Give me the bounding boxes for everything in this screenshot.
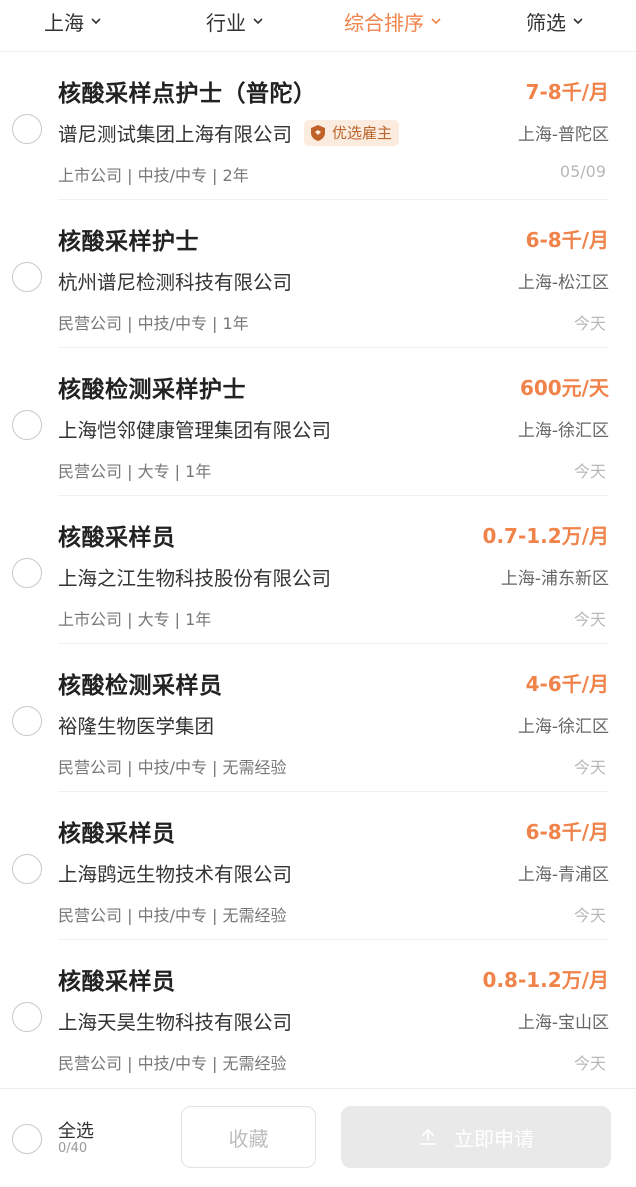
job-salary: 600元/天	[519, 376, 609, 400]
job-meta: 民营公司 | 中技/中专 | 无需经验	[58, 758, 287, 777]
job-select-checkbox[interactable]	[12, 114, 42, 144]
job-date: 今天	[573, 610, 606, 629]
job-company: 上海之江生物科技股份有限公司	[58, 562, 331, 591]
job-title: 核酸采样点护士（普陀）	[58, 81, 317, 107]
job-meta: 上市公司 | 中技/中专 | 2年	[58, 166, 249, 185]
job-location: 上海-宝山区	[517, 1013, 609, 1033]
job-select-checkbox[interactable]	[12, 410, 42, 440]
job-title: 核酸采样员	[58, 969, 176, 995]
filter-label: 上海	[44, 10, 84, 35]
job-salary: 4-6千/月	[525, 672, 609, 696]
job-date: 今天	[573, 1054, 606, 1073]
job-salary: 0.8-1.2万/月	[482, 968, 609, 992]
job-meta: 民营公司 | 大专 | 1年	[58, 462, 212, 481]
job-item[interactable]: 核酸检测采样员 4-6千/月 裕隆生物医学集团 上海-徐汇区 民营公司 | 中技…	[0, 644, 636, 792]
selected-count: 0/40	[58, 1141, 88, 1156]
company-name: 上海鹍远生物技术有限公司	[58, 863, 293, 886]
job-title: 核酸采样员	[58, 525, 176, 551]
job-location: 上海-松江区	[517, 273, 609, 293]
filter-screen[interactable]: 筛选	[526, 4, 584, 38]
chevron-down-icon	[572, 15, 584, 27]
company-name: 上海天昊生物科技有限公司	[58, 1011, 293, 1034]
job-item[interactable]: 核酸采样护士 6-8千/月 杭州谱尼检测科技有限公司 上海-松江区 民营公司 |…	[0, 200, 636, 348]
job-company: 上海天昊生物科技有限公司	[58, 1006, 292, 1035]
job-location: 上海-徐汇区	[517, 421, 609, 441]
job-title: 核酸检测采样员	[58, 673, 223, 699]
select-all-label[interactable]: 全选	[58, 1117, 94, 1143]
job-salary: 0.7-1.2万/月	[482, 524, 609, 548]
company-name: 上海之江生物科技股份有限公司	[58, 567, 332, 590]
job-location: 上海-普陀区	[517, 125, 609, 145]
job-salary: 6-8千/月	[525, 228, 609, 252]
job-item[interactable]: 核酸采样员 6-8千/月 上海鹍远生物技术有限公司 上海-青浦区 民营公司 | …	[0, 792, 636, 940]
job-date: 今天	[573, 462, 606, 481]
job-select-checkbox[interactable]	[12, 558, 42, 588]
bottom-action-bar: 全选 0/40 收藏 立即申请	[0, 1088, 636, 1187]
job-location: 上海-浦东新区	[500, 569, 609, 589]
company-name: 上海恺邻健康管理集团有限公司	[58, 419, 332, 442]
job-select-checkbox[interactable]	[12, 1002, 42, 1032]
job-salary: 7-8千/月	[525, 80, 609, 104]
filter-label: 行业	[206, 10, 246, 35]
filter-industry[interactable]: 行业	[206, 4, 264, 38]
job-item[interactable]: 核酸采样点护士（普陀） 7-8千/月 谱尼测试集团上海有限公司 优选雇主 上海-…	[0, 52, 636, 200]
job-location: 上海-徐汇区	[517, 717, 609, 737]
job-select-checkbox[interactable]	[12, 262, 42, 292]
chevron-down-icon	[252, 15, 264, 27]
job-company: 杭州谱尼检测科技有限公司	[58, 266, 292, 295]
company-name: 裕隆生物医学集团	[58, 715, 215, 738]
job-company: 谱尼测试集团上海有限公司 优选雇主	[58, 118, 400, 147]
job-meta: 民营公司 | 中技/中专 | 无需经验	[58, 1054, 287, 1073]
job-location: 上海-青浦区	[517, 865, 609, 885]
favorite-label: 收藏	[228, 1126, 269, 1151]
job-title: 核酸采样员	[58, 821, 176, 847]
job-meta: 民营公司 | 中技/中专 | 无需经验	[58, 906, 287, 925]
job-title: 核酸采样护士	[58, 229, 199, 255]
filter-label: 筛选	[526, 10, 566, 35]
job-title: 核酸检测采样护士	[58, 377, 246, 403]
upload-icon	[418, 1127, 438, 1147]
job-salary: 6-8千/月	[525, 820, 609, 844]
filter-city[interactable]: 上海	[44, 4, 102, 38]
job-meta: 上市公司 | 大专 | 1年	[58, 610, 212, 629]
job-select-checkbox[interactable]	[12, 854, 42, 884]
job-item[interactable]: 核酸检测采样护士 600元/天 上海恺邻健康管理集团有限公司 上海-徐汇区 民营…	[0, 348, 636, 496]
filter-bar: 上海 行业 综合排序 筛选	[0, 0, 636, 52]
filter-label: 综合排序	[344, 10, 424, 35]
apply-now-button[interactable]: 立即申请	[341, 1106, 611, 1168]
chevron-down-icon	[90, 15, 102, 27]
badge-label: 优选雇主	[332, 124, 393, 142]
apply-label: 立即申请	[454, 1126, 534, 1151]
preferred-employer-badge: 优选雇主	[304, 119, 400, 146]
job-item[interactable]: 核酸采样员 0.8-1.2万/月 上海天昊生物科技有限公司 上海-宝山区 民营公…	[0, 940, 636, 1088]
job-date: 今天	[573, 906, 606, 925]
select-all-checkbox[interactable]	[12, 1124, 42, 1154]
company-name: 杭州谱尼检测科技有限公司	[58, 271, 293, 294]
job-company: 上海恺邻健康管理集团有限公司	[58, 414, 331, 443]
chevron-down-icon	[430, 15, 442, 27]
company-name: 谱尼测试集团上海有限公司	[58, 123, 293, 146]
job-meta: 民营公司 | 中技/中专 | 1年	[58, 314, 249, 333]
job-company: 上海鹍远生物技术有限公司	[58, 858, 292, 887]
job-item[interactable]: 核酸采样员 0.7-1.2万/月 上海之江生物科技股份有限公司 上海-浦东新区 …	[0, 496, 636, 644]
favorite-button[interactable]: 收藏	[181, 1106, 316, 1168]
shield-icon	[309, 124, 327, 142]
job-select-checkbox[interactable]	[12, 706, 42, 736]
job-date: 今天	[573, 758, 606, 777]
filter-sort[interactable]: 综合排序	[344, 4, 442, 38]
job-company: 裕隆生物医学集团	[58, 710, 214, 739]
job-date: 05/09	[559, 162, 606, 181]
job-date: 今天	[573, 314, 606, 333]
